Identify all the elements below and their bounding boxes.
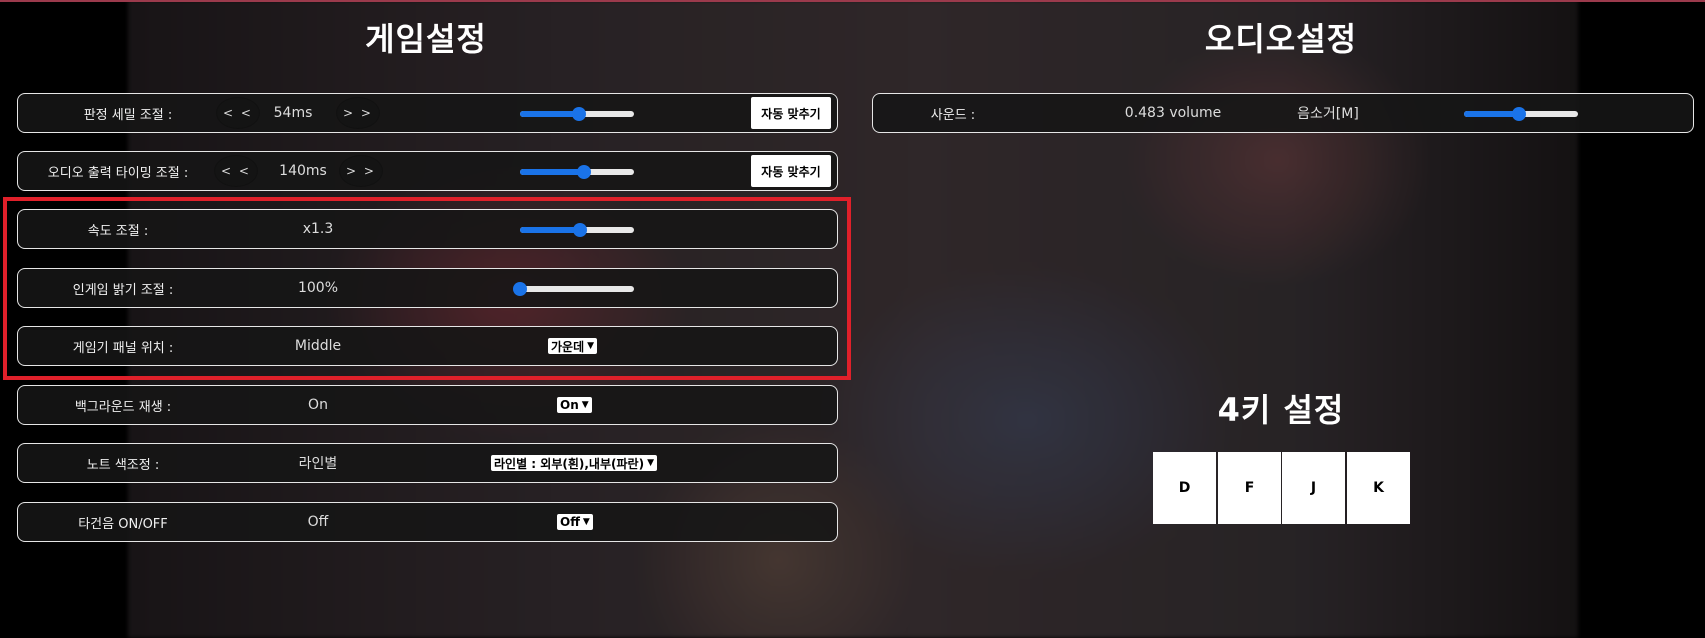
gauge-panel-position-value: Middle	[294, 338, 342, 354]
judge-detail-label: 판정 세밀 조절 :	[83, 107, 173, 123]
chevron-down-icon: ▼	[647, 458, 654, 468]
slider-fill	[1464, 111, 1519, 117]
key-settings-title: 4키 설정	[1217, 391, 1345, 429]
select-value: 가운데	[551, 339, 585, 354]
note-color-select[interactable]: 라인별 : 외부(흰),내부(파란) ▼	[491, 455, 657, 471]
sound-value: 0.483 volume	[1124, 105, 1222, 121]
brightness-value: 100%	[297, 280, 339, 296]
select-value: On	[560, 398, 579, 412]
note-color-row: 노트 색조정 : 라인별 라인별 : 외부(흰),내부(파란) ▼	[17, 443, 838, 483]
audio-timing-value: 140ms	[279, 163, 327, 179]
speed-label: 속도 조절 :	[87, 223, 149, 239]
speed-row: 속도 조절 : x1.3	[17, 209, 838, 249]
slider-fill	[520, 227, 581, 233]
game-settings-title: 게임설정	[365, 20, 487, 58]
mute-label[interactable]: 음소거[M]	[1273, 94, 1383, 132]
chevron-down-icon: ▼	[582, 517, 590, 527]
background-play-value: On	[308, 397, 328, 413]
audio-timing-row: 오디오 출력 타이밍 조절 : < < 140ms > > 자동 맞추기	[17, 151, 838, 191]
slider-thumb[interactable]	[576, 165, 591, 179]
brightness-slider[interactable]	[513, 282, 634, 296]
hit-sound-row: 타건음 ON/OFF Off Off ▼	[17, 502, 838, 542]
select-value: 라인별 : 외부(흰),내부(파란)	[494, 456, 645, 471]
select-value: Off	[560, 515, 580, 529]
hit-sound-value: Off	[307, 514, 329, 530]
chevron-down-icon: ▼	[581, 400, 589, 410]
chevron-down-icon: ▼	[587, 341, 595, 351]
speed-value: x1.3	[302, 221, 334, 237]
background-play-label: 백그라운드 재생 :	[74, 399, 172, 415]
brightness-label: 인게임 밝기 조절 :	[72, 282, 174, 298]
key-slot-4[interactable]: K	[1347, 452, 1410, 524]
audio-settings-title: 오디오설정	[1204, 20, 1358, 58]
gauge-panel-position-row: 게임기 패널 위치 : Middle 가운데 ▼	[17, 326, 838, 366]
judge-auto-adjust-button[interactable]: 자동 맞추기	[751, 97, 831, 129]
settings-screen: 게임설정 오디오설정 판정 세밀 조절 : < < 54ms > > 자동 맞추…	[0, 0, 1705, 638]
sound-row: 사운드 : 0.483 volume 음소거[M]	[872, 93, 1694, 133]
judge-detail-value: 54ms	[273, 105, 313, 121]
slider-fill	[520, 169, 584, 175]
background-play-select[interactable]: On ▼	[557, 397, 592, 413]
audio-auto-adjust-button[interactable]: 자동 맞추기	[751, 155, 831, 187]
background-play-row: 백그라운드 재생 : On On ▼	[17, 385, 838, 425]
note-color-label: 노트 색조정 :	[86, 457, 160, 473]
slider-thumb[interactable]	[513, 282, 527, 296]
sound-label: 사운드 :	[930, 107, 976, 123]
gauge-panel-position-select[interactable]: 가운데 ▼	[548, 338, 598, 354]
key-slot-1[interactable]: D	[1153, 452, 1216, 524]
brightness-row: 인게임 밝기 조절 : 100%	[17, 268, 838, 308]
gauge-panel-position-label: 게임기 패널 위치 :	[72, 340, 174, 356]
slider-thumb[interactable]	[1511, 107, 1526, 121]
sound-volume-slider[interactable]	[1464, 107, 1578, 121]
slider-thumb[interactable]	[572, 107, 587, 121]
slider-fill	[520, 111, 580, 117]
judge-detail-row: 판정 세밀 조절 : < < 54ms > > 자동 맞추기	[17, 93, 838, 133]
key-slot-3[interactable]: J	[1282, 452, 1345, 524]
speed-slider[interactable]	[520, 223, 634, 237]
note-color-value: 라인별	[298, 456, 338, 472]
hit-sound-select[interactable]: Off ▼	[557, 514, 593, 530]
hit-sound-label: 타건음 ON/OFF	[78, 516, 168, 532]
audio-timing-slider[interactable]	[520, 165, 634, 179]
judge-detail-decrease-button[interactable]: < <	[216, 97, 260, 129]
judge-detail-slider[interactable]	[520, 107, 634, 121]
judge-detail-increase-button[interactable]: > >	[336, 97, 380, 129]
top-accent-line	[0, 0, 1705, 2]
audio-timing-increase-button[interactable]: > >	[339, 155, 383, 187]
key-slot-2[interactable]: F	[1218, 452, 1281, 524]
audio-timing-label: 오디오 출력 타이밍 조절 :	[47, 165, 189, 181]
audio-timing-decrease-button[interactable]: < <	[214, 155, 258, 187]
slider-thumb[interactable]	[573, 223, 588, 237]
